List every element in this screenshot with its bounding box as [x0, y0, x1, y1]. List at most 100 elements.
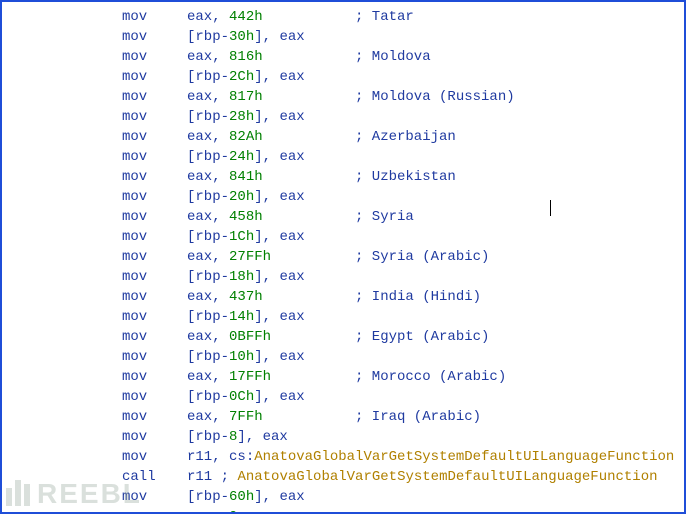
- operands: eax, 82Ah: [187, 127, 355, 147]
- mnemonic: mov: [2, 447, 187, 467]
- operands: eax, 816h: [187, 47, 355, 67]
- asm-line[interactable]: mov[rbp-24h], eax: [2, 147, 684, 167]
- operands: [rbp-2Ch], eax: [187, 67, 355, 87]
- disassembly-view[interactable]: moveax, 442h; Tatarmov[rbp-30h], eaxmove…: [0, 0, 686, 514]
- operands: [rbp-10h], eax: [187, 347, 355, 367]
- comment: ; Tatar: [355, 7, 684, 27]
- mnemonic: mov: [2, 287, 187, 307]
- comment: ; Egypt (Arabic): [355, 327, 684, 347]
- mnemonic: mov: [2, 367, 187, 387]
- mnemonic: mov: [2, 307, 187, 327]
- comment: [355, 227, 684, 247]
- asm-line[interactable]: mov[rbp-14h], eax: [2, 307, 684, 327]
- comment: [355, 507, 684, 514]
- mnemonic: mov: [2, 107, 187, 127]
- comment: ; Moldova (Russian): [355, 87, 684, 107]
- operands: [rbp-0Ch], eax: [187, 387, 355, 407]
- asm-line[interactable]: mov[rbp-2Ch], eax: [2, 67, 684, 87]
- comment: [355, 487, 684, 507]
- watermark: REEBL: [6, 480, 142, 507]
- asm-line[interactable]: moveax, 0BFFh; Egypt (Arabic): [2, 327, 684, 347]
- comment: [355, 107, 684, 127]
- mnemonic: mov: [2, 247, 187, 267]
- operands: [rbp-18h], eax: [187, 267, 355, 287]
- operands: eax, 841h: [187, 167, 355, 187]
- operands: eax, 7FFh: [187, 407, 355, 427]
- operands: eax, 458h: [187, 207, 355, 227]
- asm-line[interactable]: moveax, 437h; India (Hindi): [2, 287, 684, 307]
- mnemonic: mov: [2, 127, 187, 147]
- operands: eax, 0: [187, 507, 355, 514]
- asm-line[interactable]: moveax, 816h; Moldova: [2, 47, 684, 67]
- mnemonic: mov: [2, 347, 187, 367]
- asm-line[interactable]: moveax, 17FFh; Morocco (Arabic): [2, 367, 684, 387]
- asm-line[interactable]: moveax, 442h; Tatar: [2, 7, 684, 27]
- mnemonic: mov: [2, 7, 187, 27]
- operands: eax, 27FFh: [187, 247, 355, 267]
- mnemonic: mov: [2, 387, 187, 407]
- asm-line[interactable]: mov[rbp-8], eax: [2, 427, 684, 447]
- asm-line[interactable]: moveax, 82Ah; Azerbaijan: [2, 127, 684, 147]
- comment: [355, 347, 684, 367]
- asm-line[interactable]: moveax, 841h; Uzbekistan: [2, 167, 684, 187]
- mnemonic: mov: [2, 167, 187, 187]
- comment: [355, 387, 684, 407]
- asm-line[interactable]: mov[rbp-0Ch], eax: [2, 387, 684, 407]
- operands: r11, cs:AnatovaGlobalVarGetSystemDefault…: [187, 447, 674, 467]
- comment: [355, 187, 684, 207]
- mnemonic: mov: [2, 407, 187, 427]
- comment: ; Moldova: [355, 47, 684, 67]
- asm-line[interactable]: mov[rbp-18h], eax: [2, 267, 684, 287]
- mnemonic: mov: [2, 147, 187, 167]
- asm-line[interactable]: mov[rbp-1Ch], eax: [2, 227, 684, 247]
- comment: ; Morocco (Arabic): [355, 367, 684, 387]
- mnemonic: mov: [2, 427, 187, 447]
- mnemonic: mov: [2, 87, 187, 107]
- operands: eax, 442h: [187, 7, 355, 27]
- operands: [rbp-60h], eax: [187, 487, 355, 507]
- comment: [355, 147, 684, 167]
- operands: [rbp-24h], eax: [187, 147, 355, 167]
- comment: ; Uzbekistan: [355, 167, 684, 187]
- operands: eax, 17FFh: [187, 367, 355, 387]
- asm-line[interactable]: movr11, cs:AnatovaGlobalVarGetSystemDefa…: [2, 447, 684, 467]
- mnemonic: mov: [2, 227, 187, 247]
- asm-line[interactable]: mov[rbp-30h], eax: [2, 27, 684, 47]
- asm-line[interactable]: mov[rbp-28h], eax: [2, 107, 684, 127]
- mnemonic: mov: [2, 47, 187, 67]
- comment: [355, 427, 684, 447]
- mnemonic: mov: [2, 67, 187, 87]
- mnemonic: mov: [2, 187, 187, 207]
- asm-line[interactable]: moveax, 817h; Moldova (Russian): [2, 87, 684, 107]
- operands: [rbp-14h], eax: [187, 307, 355, 327]
- operands: [rbp-20h], eax: [187, 187, 355, 207]
- comment: ; India (Hindi): [355, 287, 684, 307]
- comment: [355, 67, 684, 87]
- asm-line[interactable]: mov[rbp-20h], eax: [2, 187, 684, 207]
- operands: [rbp-1Ch], eax: [187, 227, 355, 247]
- operands: [rbp-30h], eax: [187, 27, 355, 47]
- asm-line[interactable]: moveax, 458h; Syria: [2, 207, 684, 227]
- mnemonic: mov: [2, 207, 187, 227]
- mnemonic: mov: [2, 27, 187, 47]
- mnemonic: mov: [2, 267, 187, 287]
- comment: [355, 267, 684, 287]
- operands: [rbp-28h], eax: [187, 107, 355, 127]
- watermark-text: REEBL: [37, 484, 142, 504]
- text-cursor: [550, 200, 551, 216]
- operands: eax, 0BFFh: [187, 327, 355, 347]
- operands: eax, 817h: [187, 87, 355, 107]
- comment: [355, 27, 684, 47]
- mnemonic: mov: [2, 327, 187, 347]
- comment: ; Syria: [355, 207, 684, 227]
- operands: eax, 437h: [187, 287, 355, 307]
- comment: ; Iraq (Arabic): [355, 407, 684, 427]
- asm-line[interactable]: moveax, 27FFh; Syria (Arabic): [2, 247, 684, 267]
- operands: [rbp-8], eax: [187, 427, 355, 447]
- comment: [355, 307, 684, 327]
- operands: r11 ; AnatovaGlobalVarGetSystemDefaultUI…: [187, 467, 658, 487]
- comment: ; Syria (Arabic): [355, 247, 684, 267]
- asm-line[interactable]: moveax, 7FFh; Iraq (Arabic): [2, 407, 684, 427]
- asm-line[interactable]: mov[rbp-10h], eax: [2, 347, 684, 367]
- comment: ; Azerbaijan: [355, 127, 684, 147]
